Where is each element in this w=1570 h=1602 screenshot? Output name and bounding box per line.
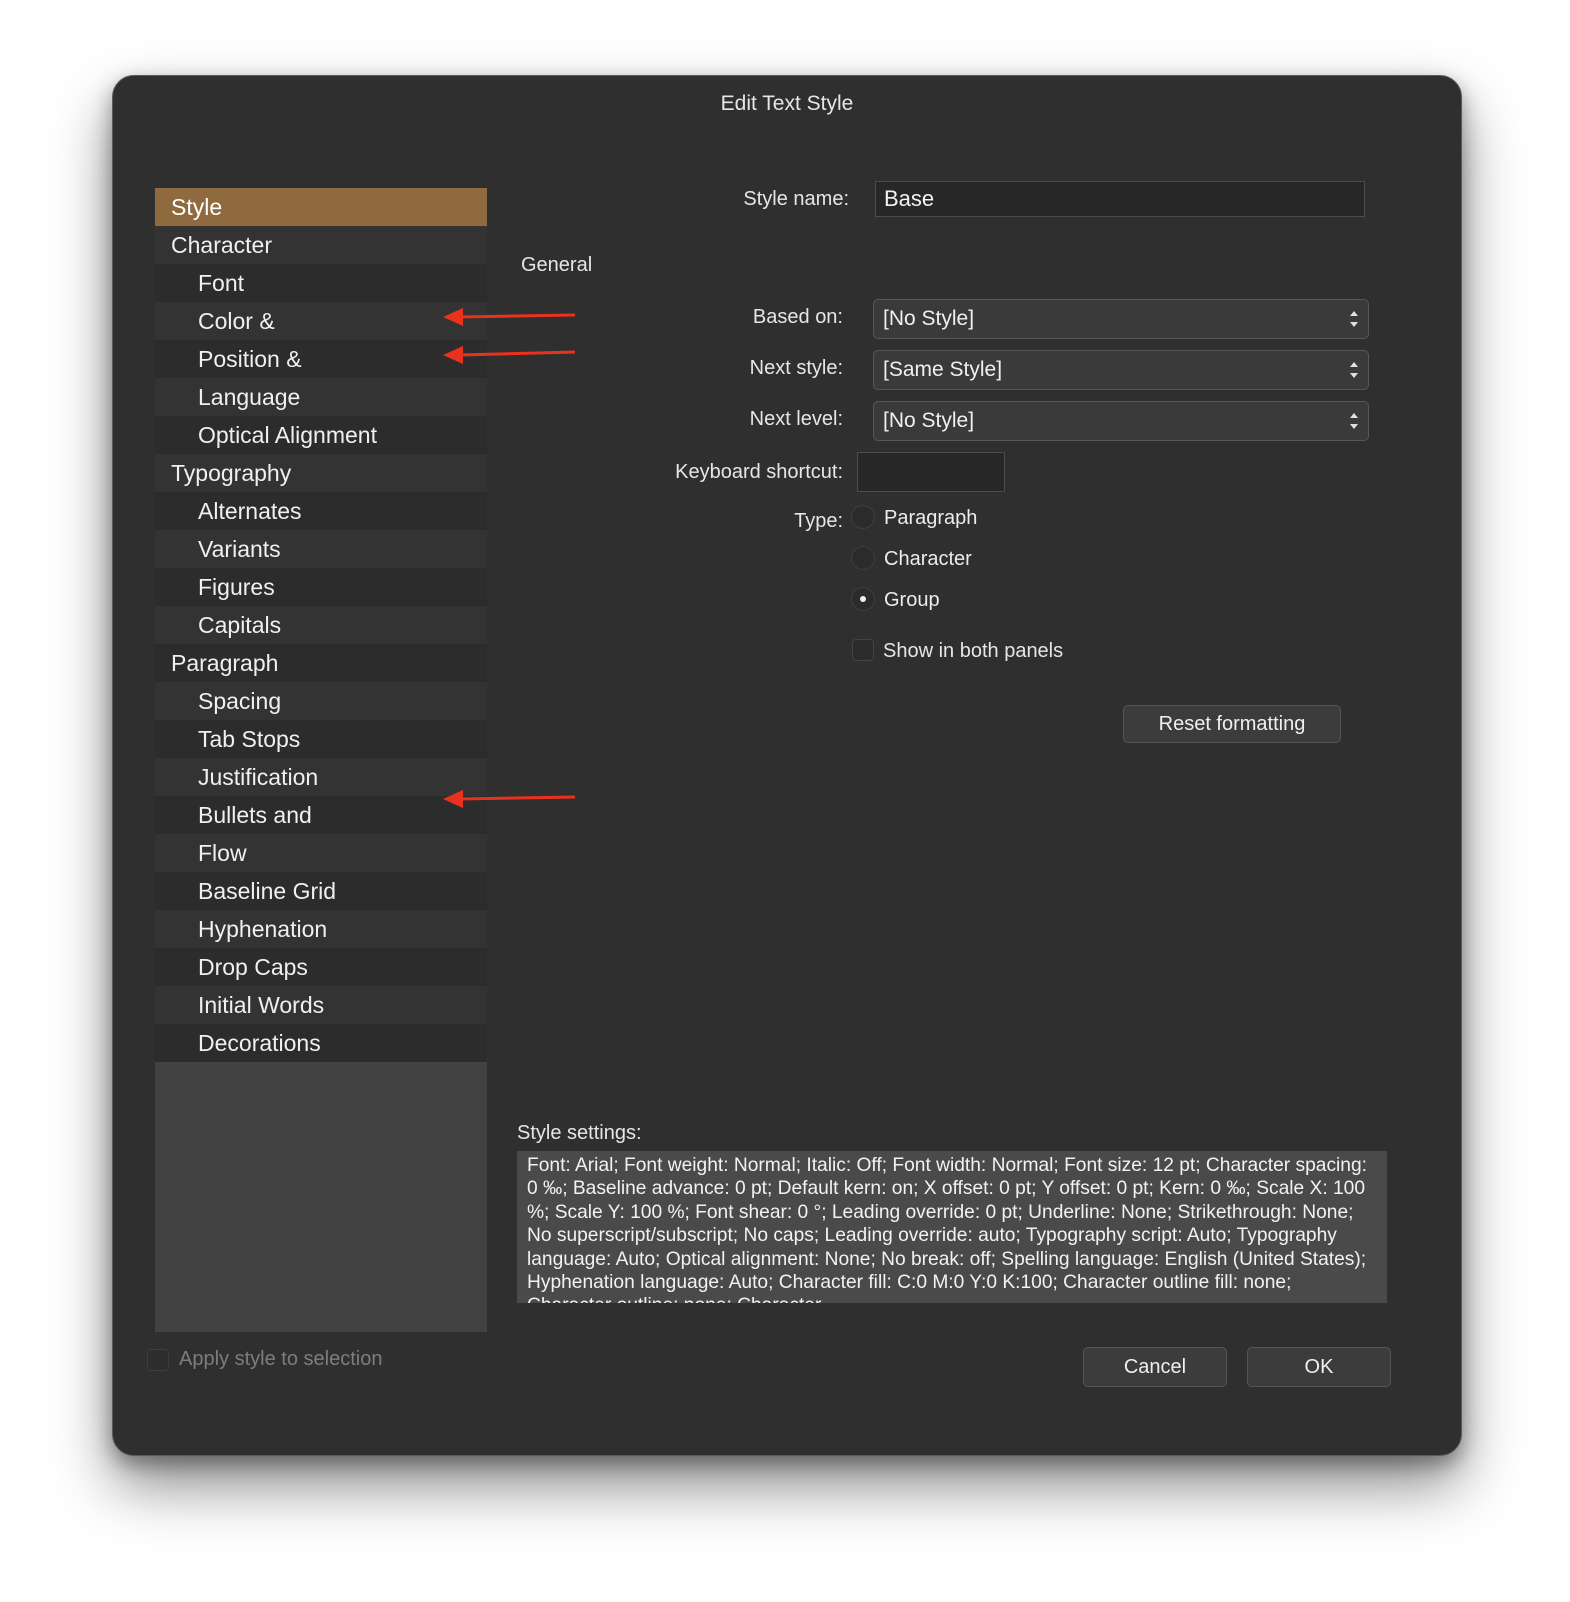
- reset-formatting-button[interactable]: Reset formatting: [1123, 705, 1341, 743]
- radio-button[interactable]: [851, 505, 875, 529]
- next-style-select[interactable]: [Same Style]: [873, 350, 1369, 390]
- sidebar-item-character[interactable]: Character: [155, 226, 487, 264]
- next-style-value: [Same Style]: [883, 358, 1003, 381]
- radio-label: Group: [884, 589, 940, 611]
- sidebar-item-paragraph[interactable]: Paragraph: [155, 644, 487, 682]
- next-style-label: Next style:: [749, 357, 843, 379]
- sidebar-item-color[interactable]: Color &: [155, 302, 487, 340]
- sidebar-item-style[interactable]: Style: [155, 188, 487, 226]
- apply-style-label: Apply style to selection: [179, 1348, 383, 1370]
- sidebar-item-decorations[interactable]: Decorations: [155, 1024, 487, 1062]
- sidebar-item-variants[interactable]: Variants: [155, 530, 487, 568]
- annotation-arrow-icon: [443, 346, 575, 364]
- edit-text-style-dialog: Edit Text Style Style Character Font Color …: [112, 75, 1462, 1456]
- show-both-panels-checkbox[interactable]: [852, 639, 874, 661]
- section-general-label: General: [521, 254, 593, 276]
- radio-label: Character: [884, 548, 972, 570]
- cancel-button[interactable]: Cancel: [1083, 1347, 1227, 1387]
- sidebar-item-alternates[interactable]: Alternates: [155, 492, 487, 530]
- type-label: Type:: [794, 510, 843, 532]
- annotation-arrow-icon: [443, 308, 575, 326]
- sidebar-item-initial-words[interactable]: Initial Words: [155, 986, 487, 1024]
- sidebar-item-justification[interactable]: Justification: [155, 758, 487, 796]
- next-level-select[interactable]: [No Style]: [873, 401, 1369, 441]
- style-settings-text[interactable]: Font: Arial; Font weight: Normal; Italic…: [517, 1151, 1387, 1303]
- sidebar-item-baseline-grid[interactable]: Baseline Grid: [155, 872, 487, 910]
- sidebar-item-figures[interactable]: Figures: [155, 568, 487, 606]
- keyboard-shortcut-input[interactable]: [857, 452, 1005, 492]
- up-down-arrows-icon: [1350, 311, 1358, 327]
- sidebar-item-language[interactable]: Language: [155, 378, 487, 416]
- up-down-arrows-icon: [1350, 413, 1358, 429]
- based-on-label: Based on:: [752, 306, 843, 328]
- sidebar-item-font[interactable]: Font: [155, 264, 487, 302]
- radio-button-checked[interactable]: [851, 587, 875, 611]
- sidebar-item-optical-alignment[interactable]: Optical Alignment: [155, 416, 487, 454]
- sidebar-item-tab-stops[interactable]: Tab Stops: [155, 720, 487, 758]
- radio-button[interactable]: [851, 546, 875, 570]
- based-on-value: [No Style]: [883, 307, 975, 330]
- sidebar-item-bullets-and[interactable]: Bullets and: [155, 796, 487, 834]
- style-name-input[interactable]: Base: [875, 181, 1365, 217]
- sidebar-item-typography[interactable]: Typography: [155, 454, 487, 492]
- keyboard-shortcut-label: Keyboard shortcut:: [675, 461, 843, 483]
- next-level-value: [No Style]: [883, 409, 975, 432]
- based-on-select[interactable]: [No Style]: [873, 299, 1369, 339]
- sidebar-item-position[interactable]: Position &: [155, 340, 487, 378]
- next-level-label: Next level:: [749, 408, 843, 430]
- annotation-arrow-icon: [443, 790, 575, 808]
- category-sidebar: Style Character Font Color & Position & Langu…: [155, 188, 487, 1332]
- show-both-panels-label: Show in both panels: [883, 640, 1064, 662]
- sidebar-item-flow[interactable]: Flow: [155, 834, 487, 872]
- sidebar-item-hyphenation[interactable]: Hyphenation: [155, 910, 487, 948]
- ok-button[interactable]: OK: [1247, 1347, 1391, 1387]
- dialog-title: Edit Text Style: [720, 92, 854, 115]
- radio-label: Paragraph: [884, 507, 978, 529]
- apply-style-checkbox[interactable]: [147, 1349, 169, 1371]
- up-down-arrows-icon: [1350, 362, 1358, 378]
- sidebar-item-drop-caps[interactable]: Drop Caps: [155, 948, 487, 986]
- style-name-label: Style name:: [743, 188, 849, 210]
- sidebar-item-capitals[interactable]: Capitals: [155, 606, 487, 644]
- style-settings-label: Style settings:: [517, 1122, 642, 1144]
- sidebar-item-spacing[interactable]: Spacing: [155, 682, 487, 720]
